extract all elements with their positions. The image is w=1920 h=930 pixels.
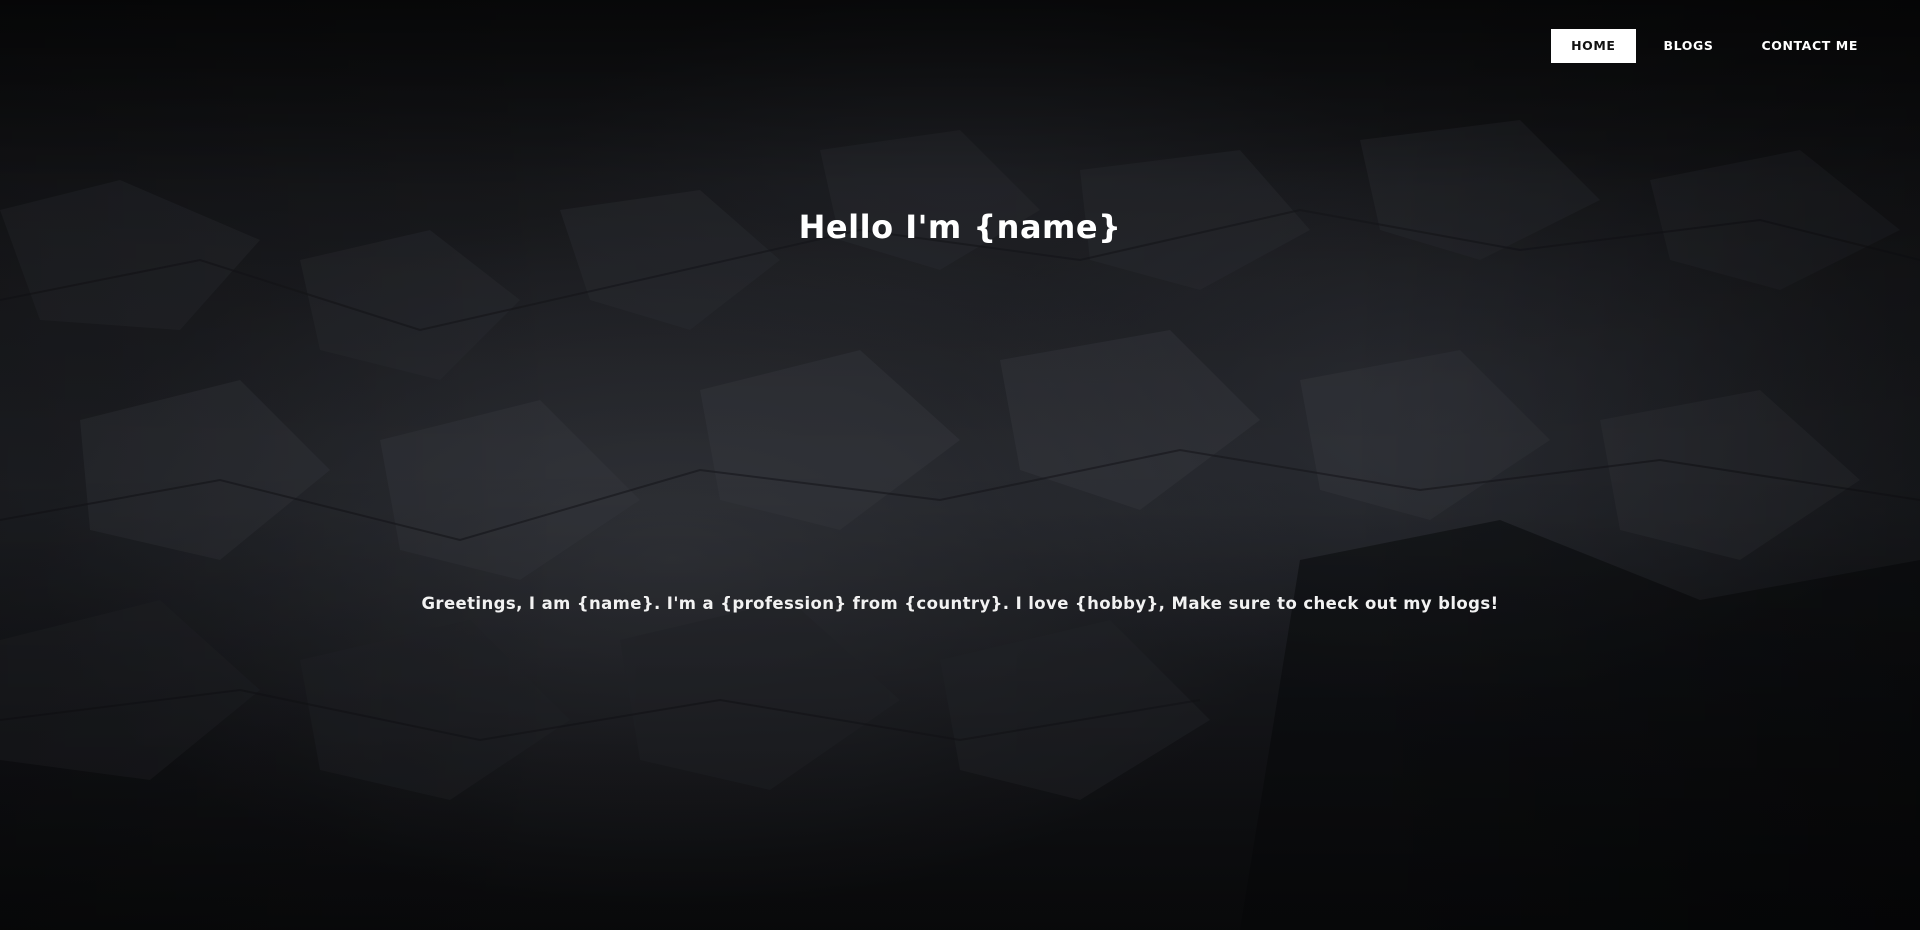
background-overlay (0, 0, 1920, 930)
hero-title: Hello I'm {name} (798, 208, 1122, 246)
nav-contact-me[interactable]: CONTACT ME (1741, 29, 1878, 63)
main-nav: HOME BLOGS CONTACT ME (1551, 29, 1878, 63)
nav-blogs[interactable]: BLOGS (1644, 29, 1734, 63)
nav-home[interactable]: HOME (1551, 29, 1636, 63)
hero-section: HOME BLOGS CONTACT ME Hello I'm {name} G… (0, 0, 1920, 930)
hero-description: Greetings, I am {name}. I'm a {professio… (421, 594, 1499, 613)
